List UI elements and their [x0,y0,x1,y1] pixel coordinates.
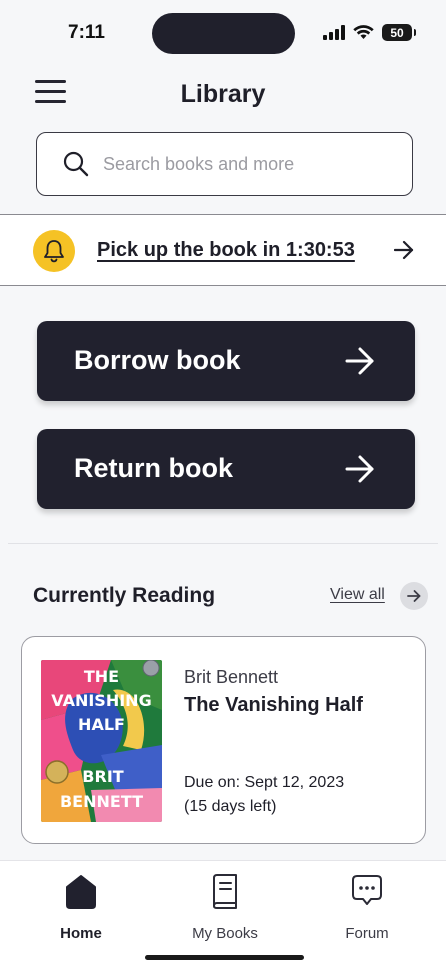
bell-icon [44,240,64,263]
book-title: The Vanishing Half [184,694,363,716]
book-author: Brit Bennett [184,667,279,687]
home-icon [66,875,96,909]
nav-item-forum[interactable]: Forum [312,861,422,951]
bottom-navigation: Home My Books Forum [0,860,446,970]
chat-bubble-icon [352,875,382,905]
cover-author-line2: BENNETT [60,792,143,811]
nav-label-forum: Forum [345,925,389,942]
pickup-notification[interactable]: Pick up the book in 1:30:53 [0,214,446,286]
arrow-right-icon [345,455,374,483]
borrow-book-label: Borrow book [74,345,241,375]
arrow-right-icon[interactable] [394,240,414,260]
search-input[interactable] [103,153,393,175]
borrow-book-button[interactable]: Borrow book [37,321,415,401]
bell-icon-badge [33,230,75,272]
section-divider [8,543,438,544]
wifi-icon [353,25,374,39]
arrow-right-icon [345,347,374,375]
view-all-button[interactable] [400,582,428,610]
view-all-link[interactable]: View all [330,586,385,604]
arrow-right-icon [407,590,421,602]
nav-label-home: Home [60,925,102,942]
days-left: (15 days left) [184,798,277,815]
search-icon [63,151,89,177]
book-icon [213,874,237,909]
nav-item-my-books[interactable]: My Books [170,861,280,951]
book-cover: THE VANISHING HALF BRIT BENNETT [41,660,162,822]
return-book-label: Return book [74,453,233,483]
dynamic-island [152,13,295,54]
battery-icon: 50 [382,24,416,41]
home-indicator [145,955,304,960]
cover-title-line3: HALF [78,715,125,734]
due-date: Due on: Sept 12, 2023 [184,774,345,791]
cover-author-line1: BRIT [82,767,123,786]
cover-title-line1: THE [84,667,119,686]
nav-label-my-books: My Books [192,925,258,942]
search-bar[interactable] [36,132,413,196]
status-bar: 7:11 50 [0,0,446,66]
current-book-card[interactable]: THE VANISHING HALF BRIT BENNETT Brit Ben… [21,636,426,844]
nav-item-home[interactable]: Home [26,861,136,951]
status-icons: 50 [323,24,416,41]
status-time: 7:11 [68,22,105,43]
notification-text[interactable]: Pick up the book in 1:30:53 [97,239,355,262]
return-book-button[interactable]: Return book [37,429,415,509]
section-title: Currently Reading [33,584,216,607]
cover-title-line2: VANISHING [51,691,151,710]
cellular-signal-icon [323,25,345,40]
page-title: Library [180,80,266,108]
